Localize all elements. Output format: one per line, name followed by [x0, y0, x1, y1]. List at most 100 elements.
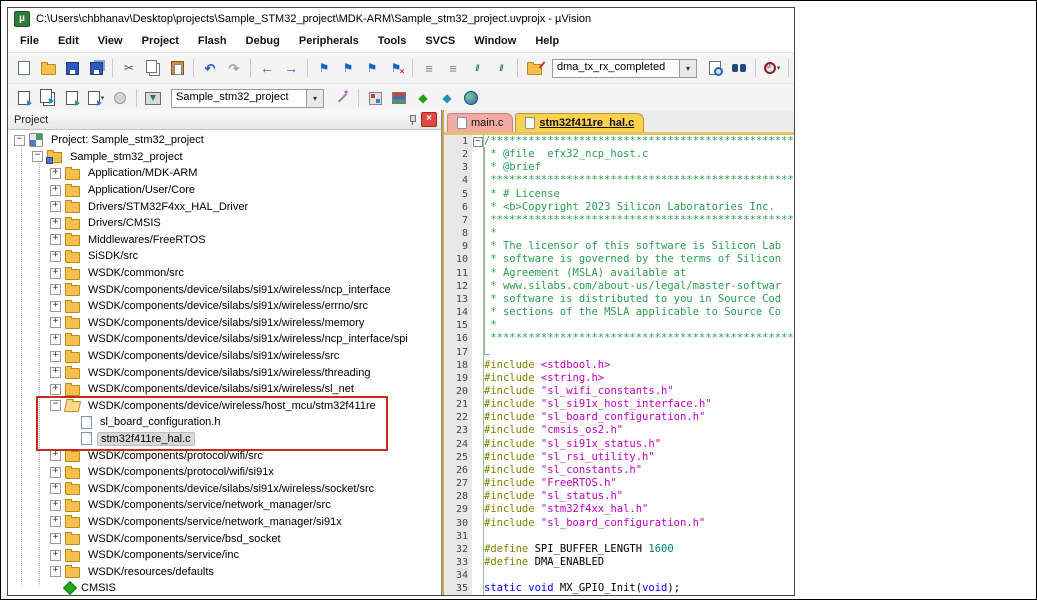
copy-icon[interactable] — [141, 56, 165, 80]
save-all-icon[interactable] — [84, 56, 108, 80]
expand-plus-icon[interactable]: + — [50, 301, 61, 312]
search-combo-dropdown-icon[interactable]: ▾ — [679, 59, 697, 78]
expand-plus-icon[interactable]: + — [50, 201, 61, 212]
close-panel-button[interactable]: × — [421, 112, 437, 127]
tree-row-sample-stm32-project[interactable]: −Sample_stm32_project — [8, 149, 441, 166]
tree-row-label[interactable]: WSDK/components/device/silabs/si91x/wire… — [85, 300, 371, 312]
expand-plus-icon[interactable]: + — [50, 550, 61, 561]
tree-row-label[interactable]: Application/User/Core — [85, 184, 198, 196]
tree-row-wsdk-components-device-silabs-si91x-wire[interactable]: + WSDK/components/device/silabs/si91x/wir… — [8, 331, 441, 348]
menu-peripherals[interactable]: Peripherals — [299, 35, 359, 47]
menu-flash[interactable]: Flash — [198, 35, 227, 47]
redo-icon[interactable]: ↷ — [222, 56, 246, 80]
search-combo-value[interactable]: dma_tx_rx_completed — [552, 59, 679, 78]
menu-window[interactable]: Window — [474, 35, 516, 47]
expand-plus-icon[interactable]: + — [50, 284, 61, 295]
expand-plus-icon[interactable]: + — [50, 218, 61, 229]
tree-row-wsdk-components-device-silabs-si91x-wire[interactable]: + WSDK/components/device/silabs/si91x/wir… — [8, 281, 441, 298]
tree-row-label[interactable]: sl_board_configuration.h — [97, 416, 223, 428]
tree-row-wsdk-components-device-silabs-si91x-wire[interactable]: +WSDK/components/device/silabs/si91x/wir… — [8, 364, 441, 381]
tree-row-sl-board-configuration-h[interactable]: sl_board_configuration.h — [8, 414, 441, 431]
menu-svcs[interactable]: SVCS — [425, 35, 455, 47]
menu-tools[interactable]: Tools — [378, 35, 407, 47]
navigate-back-icon[interactable]: ← — [255, 56, 279, 80]
expand-plus-icon[interactable]: + — [50, 334, 61, 345]
open-file-icon[interactable] — [36, 56, 60, 80]
tab-main-c[interactable]: main.c — [447, 113, 513, 132]
expand-plus-icon[interactable]: + — [50, 351, 61, 362]
tree-row-label[interactable]: WSDK/components/device/silabs/si91x/wire… — [85, 383, 357, 395]
books-icon[interactable] — [387, 86, 411, 110]
menu-project[interactable]: Project — [142, 35, 179, 47]
comment-selection-icon[interactable]: // — [465, 56, 489, 80]
expand-plus-icon[interactable]: + — [50, 450, 61, 461]
tree-row-application-mdk-arm[interactable]: +Application/MDK-ARM — [8, 165, 441, 182]
bookmark-next-icon[interactable]: ⚑ — [360, 56, 384, 80]
tree-row-drivers-cmsis[interactable]: + Drivers/CMSIS — [8, 215, 441, 232]
translate-icon[interactable] — [12, 86, 36, 110]
tree-row-stm32f411re-hal-c[interactable]: stm32f411re_hal.c — [8, 431, 441, 448]
new-file-icon[interactable] — [12, 56, 36, 80]
expand-plus-icon[interactable]: + — [50, 251, 61, 262]
select-software-packs-icon[interactable]: ◆ — [435, 86, 459, 110]
tree-row-label[interactable]: WSDK/components/protocol/wifi/si91x — [85, 466, 277, 478]
tree-row-label[interactable]: WSDK/components/device/silabs/si91x/wire… — [85, 317, 367, 329]
paste-icon[interactable] — [165, 56, 189, 80]
tree-row-label[interactable]: WSDK/components/device/silabs/si91x/wire… — [85, 350, 342, 362]
tree-row-label[interactable]: Application/MDK-ARM — [85, 167, 200, 179]
menu-file[interactable]: File — [20, 35, 39, 47]
save-icon[interactable] — [60, 56, 84, 80]
tree-row-label[interactable]: SiSDK/src — [85, 250, 141, 262]
indent-icon[interactable]: ≡ — [417, 56, 441, 80]
tree-row-wsdk-components-service-network-manager-[interactable]: +WSDK/components/service/network_manager… — [8, 497, 441, 514]
expand-plus-icon[interactable]: + — [50, 367, 61, 378]
configure-search-icon[interactable] — [522, 56, 546, 80]
tree-row-label[interactable]: WSDK/components/service/bsd_socket — [85, 533, 284, 545]
tree-row-wsdk-components-service-inc[interactable]: +WSDK/components/service/inc — [8, 547, 441, 564]
tree-row-label[interactable]: WSDK/components/device/silabs/si91x/wire… — [85, 333, 411, 345]
undo-icon[interactable]: ↶ — [198, 56, 222, 80]
tree-row-wsdk-components-device-silabs-si91x-wire[interactable]: + WSDK/components/device/silabs/si91x/wir… — [8, 348, 441, 365]
download-to-flash-icon[interactable] — [141, 86, 165, 110]
collapse-minus-icon[interactable]: − — [50, 400, 61, 411]
tree-row-wsdk-components-protocol-wifi-si91x[interactable]: +WSDK/components/protocol/wifi/si91x — [8, 464, 441, 481]
tree-row-application-user-core[interactable]: +Application/User/Core — [8, 182, 441, 199]
tree-row-label[interactable]: Project: Sample_stm32_project — [48, 134, 207, 146]
tree-row-wsdk-components-device-wireless-host-mcu[interactable]: −WSDK/components/device/wireless/host_mc… — [8, 398, 441, 415]
incremental-find-icon[interactable] — [727, 56, 751, 80]
tree-row-label[interactable]: Drivers/STM32F4xx_HAL_Driver — [85, 201, 251, 213]
menu-debug[interactable]: Debug — [246, 35, 280, 47]
expand-plus-icon[interactable]: + — [50, 483, 61, 494]
tree-row-label[interactable]: Drivers/CMSIS — [85, 217, 164, 229]
fold-collapse-icon[interactable]: − — [473, 137, 483, 147]
target-combo-value[interactable]: Sample_stm32_project — [171, 89, 306, 108]
tree-row-label[interactable]: WSDK/resources/defaults — [85, 566, 217, 578]
expand-plus-icon[interactable]: + — [50, 384, 61, 395]
tree-row-wsdk-components-service-bsd-socket[interactable]: +WSDK/components/service/bsd_socket — [8, 530, 441, 547]
tree-row-drivers-stm32f4xx-hal-driver[interactable]: + Drivers/STM32F4xx_HAL_Driver — [8, 198, 441, 215]
tree-row-label[interactable]: Middlewares/FreeRTOS — [85, 234, 209, 246]
options-for-target-icon[interactable] — [330, 86, 354, 110]
rebuild-icon[interactable] — [60, 86, 84, 110]
expand-plus-icon[interactable]: + — [50, 268, 61, 279]
tree-row-wsdk-resources-defaults[interactable]: +WSDK/resources/defaults — [8, 563, 441, 580]
bookmark-prev-icon[interactable]: ⚑ — [336, 56, 360, 80]
outdent-icon[interactable]: ≡ — [441, 56, 465, 80]
expand-plus-icon[interactable]: + — [50, 500, 61, 511]
tree-row-label[interactable]: WSDK/common/src — [85, 267, 187, 279]
bookmark-clear-all-icon[interactable]: ⚑ — [384, 56, 408, 80]
pack-installer-icon[interactable] — [459, 86, 483, 110]
tree-row-label[interactable]: WSDK/components/device/silabs/si91x/wire… — [85, 284, 394, 296]
tab-stm32f411re-hal-c[interactable]: stm32f411re_hal.c — [515, 113, 644, 132]
tab-label[interactable]: main.c — [471, 117, 503, 129]
navigate-forward-icon[interactable]: → — [279, 56, 303, 80]
code-area[interactable]: 1−/*************************************… — [444, 135, 794, 595]
cut-icon[interactable]: ✂ — [117, 56, 141, 80]
tree-row-label[interactable]: WSDK/components/protocol/wifi/src — [85, 450, 266, 462]
menu-help[interactable]: Help — [535, 35, 559, 47]
expand-plus-icon[interactable]: + — [50, 234, 61, 245]
uncomment-selection-icon[interactable]: // — [489, 56, 513, 80]
stop-build-icon[interactable] — [108, 86, 132, 110]
collapse-minus-icon[interactable]: − — [14, 135, 25, 146]
menu-view[interactable]: View — [98, 35, 123, 47]
